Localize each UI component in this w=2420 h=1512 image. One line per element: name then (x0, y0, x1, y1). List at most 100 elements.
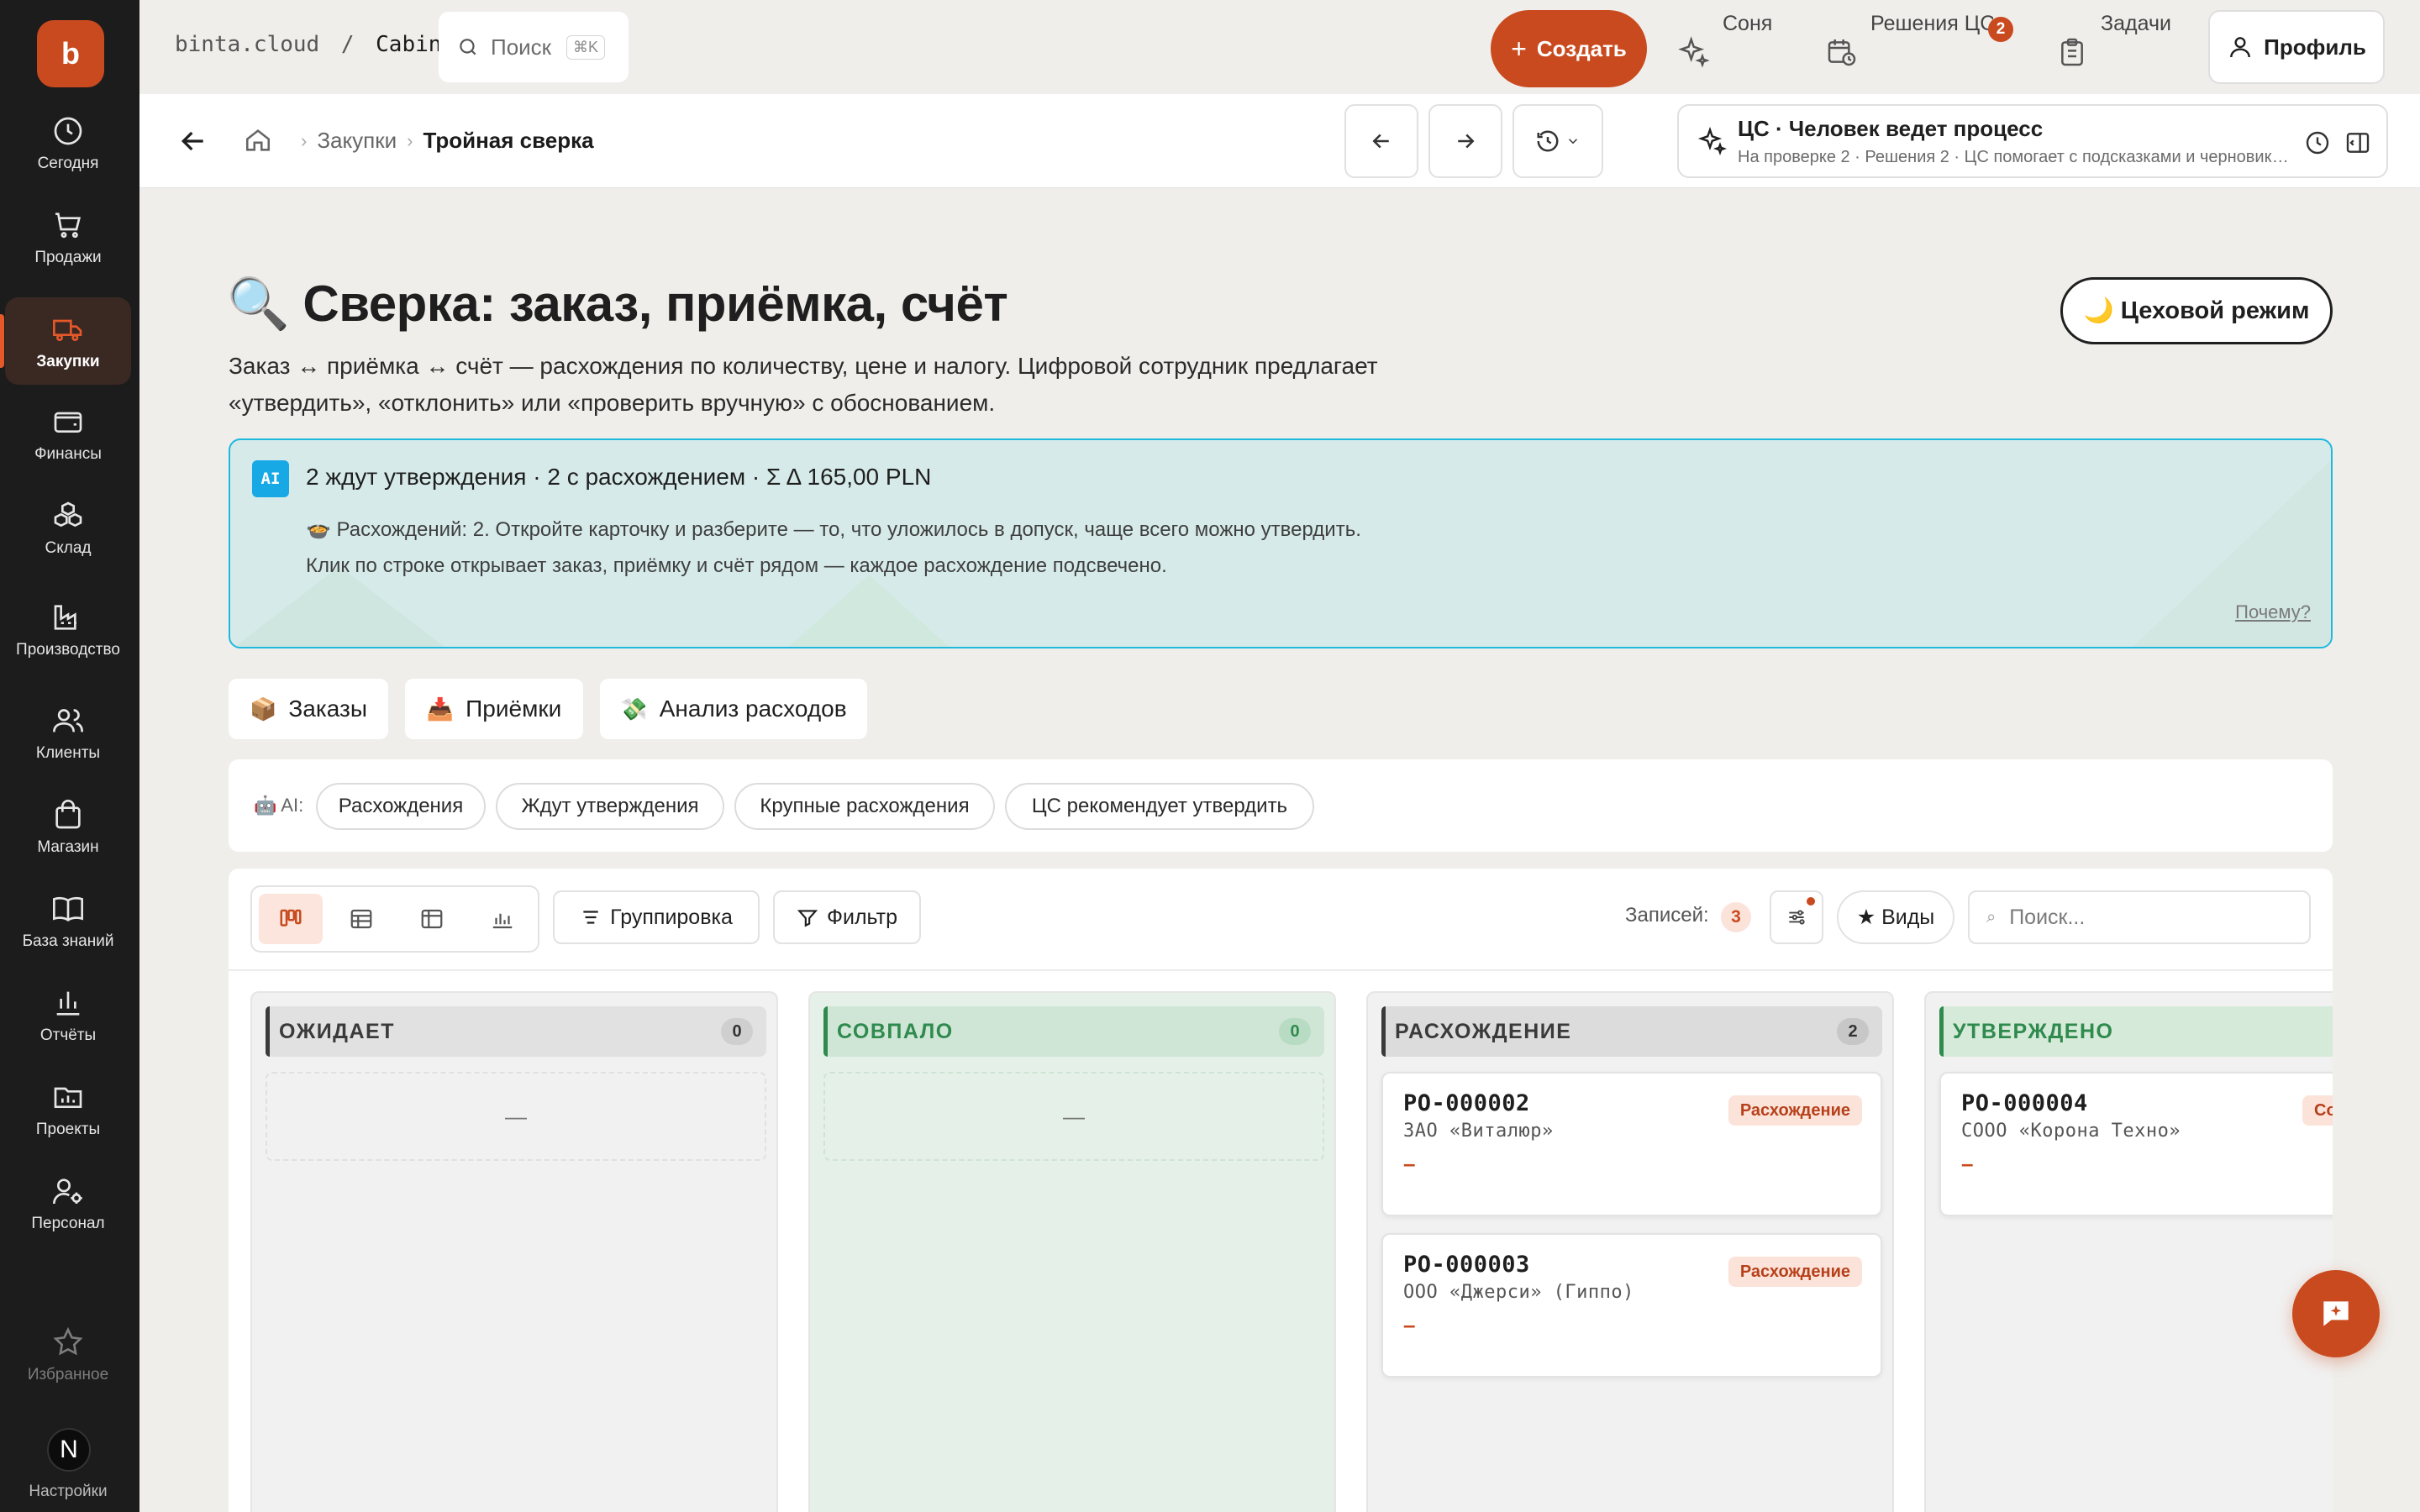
sidebar-item-label: Финансы (34, 444, 102, 463)
user-icon (2230, 37, 2251, 58)
search-icon: ⌕ (1986, 907, 1996, 927)
clock-icon[interactable] (2304, 129, 2331, 156)
columns-settings-button[interactable] (1770, 890, 1823, 944)
sidebar-item-label: Сегодня (37, 154, 99, 172)
filter-chip-recommended[interactable]: ЦС рекомендует утвердить (1005, 783, 1314, 830)
back-arrow-icon[interactable] (176, 124, 210, 158)
domain-label[interactable]: binta.cloud (175, 32, 319, 57)
filter-button[interactable]: Фильтр (773, 890, 921, 944)
page-title: 🔍 Сверка: заказ, приёмка, счёт (227, 276, 1008, 332)
board-search-input[interactable]: ⌕ Поиск... (1968, 890, 2311, 944)
view-switcher (250, 885, 539, 953)
tab-receipts[interactable]: 📥 Приёмки (405, 679, 583, 739)
sidebar-item-staff[interactable]: Персонал (5, 1159, 131, 1247)
sidebar-item-shop[interactable]: Магазин (5, 783, 131, 870)
column-accent (1381, 1006, 1386, 1057)
sidebar-item-today[interactable]: Сегодня (5, 99, 131, 186)
column-accent (1939, 1006, 1944, 1057)
sidebar-item-warehouse[interactable]: Склад (5, 484, 131, 571)
sidebar-item-projects[interactable]: Проекты (5, 1065, 131, 1152)
sidebar-item-sales[interactable]: Продажи (5, 193, 131, 281)
views-button[interactable]: ★ Виды (1837, 890, 1954, 944)
order-card[interactable]: PO-000004 СООО «Корона Техно» – Совпало (1939, 1072, 2333, 1216)
breadcrumb-purchases[interactable]: Закупки (317, 128, 397, 154)
sidebar-item-label: Проекты (35, 1120, 101, 1138)
decisions-label: Решения ЦС (1870, 12, 1993, 35)
ai-insight-banner: AI 2 ждут утверждения · 2 с расхождением… (229, 438, 2333, 648)
column-title: УТВЕРЖДЕНО (1953, 1019, 2114, 1043)
app-logo[interactable]: b (37, 20, 104, 87)
agent-status-panel[interactable]: ЦС · Человек ведет процесс На проверке 2… (1677, 104, 2388, 178)
sidebar-item-label: Клиенты (35, 743, 101, 762)
sidebar-item-knowledge[interactable]: База знаний (5, 877, 131, 964)
notification-dot (1807, 897, 1815, 906)
tasks-button[interactable]: Задачи (2055, 8, 2171, 86)
avatar[interactable]: N (47, 1428, 91, 1472)
factory-icon (54, 604, 76, 630)
star-icon (53, 1326, 83, 1355)
view-table-button[interactable] (329, 894, 393, 944)
page-description: Заказ ↔ приёмка ↔ счёт — расхождения по … (229, 353, 1378, 416)
order-id: PO-000003 (1403, 1252, 1530, 1278)
amount-value: – (1403, 1312, 1416, 1337)
view-grid-button[interactable] (400, 894, 464, 944)
agent-sonya-button[interactable]: Соня (1677, 8, 1772, 86)
board-search-placeholder: Поиск... (2009, 905, 2086, 929)
users-icon (53, 708, 83, 732)
filter-chip-discrepancies[interactable]: Расхождения (316, 783, 486, 830)
sidebar-item-label: Настройки (29, 1483, 108, 1500)
filter-chip-large[interactable]: Крупные расхождения (734, 783, 995, 830)
sidebar-item-clients[interactable]: Клиенты (5, 689, 131, 776)
user-gear-icon (53, 1178, 82, 1204)
breadcrumb-current: Тройная сверка (423, 128, 594, 153)
column-count: 0 (1279, 1018, 1311, 1045)
sidebar-item-favorites[interactable]: Избранное (5, 1310, 131, 1398)
why-link[interactable]: Почему? (2235, 601, 2311, 623)
clipboard-icon (2061, 38, 2083, 66)
funnel-icon (797, 910, 818, 927)
history-back-button[interactable] (1344, 104, 1418, 178)
sidebar-item-production[interactable]: Производство (5, 580, 131, 679)
ai-hint-line: Клик по строке открывает заказ, приёмку … (306, 554, 1167, 577)
inbox-icon: 📥 (426, 696, 455, 722)
tab-label: Заказы (288, 696, 367, 722)
history-forward-button[interactable] (1428, 104, 1502, 178)
status-badge: Расхождение (1728, 1257, 1862, 1287)
sidebar-item-label: Отчёты (39, 1026, 97, 1044)
global-search[interactable]: Поиск ⌘K (439, 12, 629, 82)
list-icon (583, 911, 598, 924)
tab-label: Приёмки (466, 696, 562, 722)
history-menu-button[interactable] (1512, 104, 1603, 178)
column-pending: ОЖИДАЕТ 0 — (250, 991, 778, 1512)
workspace-path: binta.cloud / Cabinet (175, 32, 468, 57)
ai-headline: 2 ждут утверждения · 2 с расхождением · … (306, 464, 932, 490)
create-button[interactable]: + Создать (1491, 10, 1647, 87)
view-chart-button[interactable] (471, 894, 534, 944)
decisions-button[interactable]: Решения ЦС (1825, 8, 1993, 86)
empty-slot: — (823, 1072, 1324, 1161)
view-kanban-button[interactable] (259, 894, 323, 944)
column-header: ОЖИДАЕТ 0 (266, 1006, 766, 1057)
breadcrumb: › Закупки › Тройная сверка (291, 128, 594, 154)
chat-sparkle-icon (2323, 1301, 2349, 1326)
tab-orders[interactable]: 📦 Заказы (229, 679, 388, 739)
home-icon[interactable] (244, 126, 272, 155)
grouping-button[interactable]: Группировка (553, 890, 760, 944)
order-card[interactable]: PO-000002 ЗАО «Виталюр» – Расхождение (1381, 1072, 1882, 1216)
panel-toggle-icon[interactable] (2344, 129, 2371, 156)
shop-mode-button[interactable]: 🌙 Цеховой режим (2060, 277, 2333, 344)
box-icon: 📦 (250, 696, 277, 722)
chevron-right-icon: › (407, 129, 413, 151)
supplier-name: ООО «Джерси» (Гиппо) (1403, 1282, 1634, 1303)
ai-filter-label: 🤖 AI: (254, 795, 304, 816)
assistant-chat-button[interactable] (2292, 1270, 2380, 1357)
filter-chip-pending[interactable]: Ждут утверждения (496, 783, 724, 830)
tab-spend-analysis[interactable]: 💸 Анализ расходов (600, 679, 867, 739)
column-matched: СОВПАЛО 0 — (808, 991, 1336, 1512)
sidebar-item-reports[interactable]: Отчёты (5, 971, 131, 1058)
sidebar-item-purchases[interactable]: Закупки (0, 297, 131, 385)
sidebar-item-finance[interactable]: Финансы (5, 390, 131, 477)
column-header: СОВПАЛО 0 (823, 1006, 1324, 1057)
order-card[interactable]: PO-000003 ООО «Джерси» (Гиппо) – Расхожд… (1381, 1233, 1882, 1378)
profile-button[interactable]: Профиль (2208, 10, 2385, 84)
